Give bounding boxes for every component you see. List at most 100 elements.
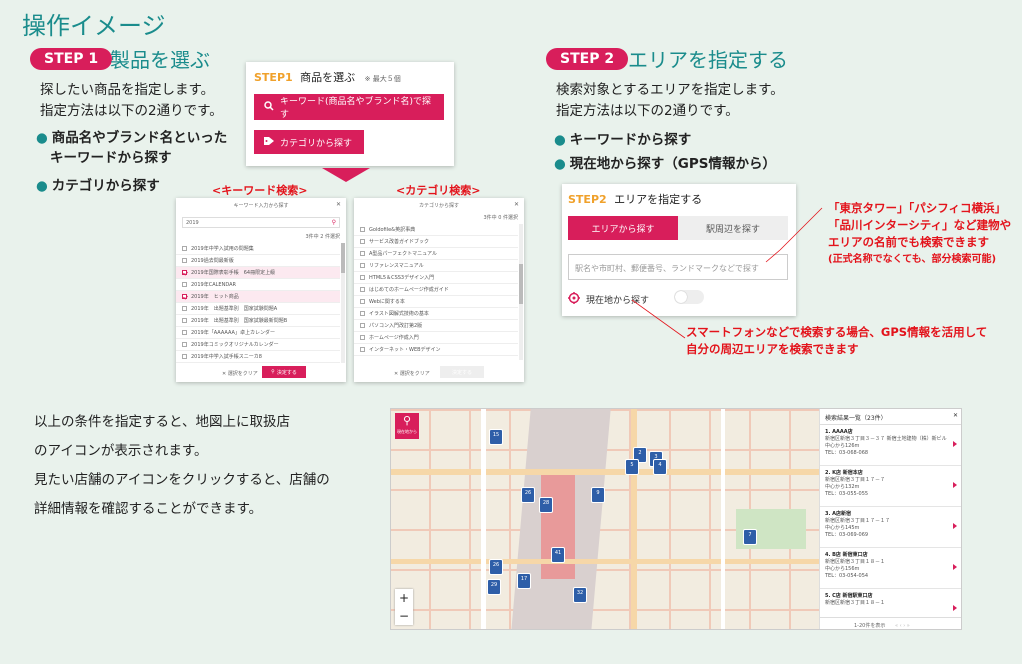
- checkbox[interactable]: [182, 270, 187, 275]
- map-view[interactable]: 15 2 3 4 5 26 9 28 41 17 26 32 29 7 ⚲ 現在地から + − 検索結果一…: [390, 408, 962, 630]
- checkbox[interactable]: [360, 335, 365, 340]
- list-item[interactable]: 2019年コミックオリジナルカレンダー: [176, 339, 340, 351]
- checkbox[interactable]: [182, 342, 187, 347]
- store-pin-icon[interactable]: 5: [625, 459, 639, 475]
- list-item[interactable]: HTML5＆CSS3デザイン入門: [354, 272, 518, 284]
- step1-desc-line1: 探したい商品を指定します。: [40, 82, 215, 98]
- checkbox[interactable]: [182, 354, 187, 359]
- list-item-label: 2019年 出題基準別 国家試験問題A: [191, 306, 278, 312]
- checkbox[interactable]: [182, 246, 187, 251]
- close-icon[interactable]: ✕: [514, 201, 519, 208]
- result-name: 5. C店 新宿駅東口店: [825, 593, 873, 599]
- scrollbar[interactable]: [519, 224, 523, 360]
- checkbox[interactable]: [360, 311, 365, 316]
- scrollbar[interactable]: [341, 243, 345, 363]
- list-item[interactable]: イラスト図解式技術の基本: [354, 308, 518, 320]
- list-item[interactable]: 2019年中学入試手帳スニーカ8: [176, 351, 340, 363]
- result-item[interactable]: 1. AAAA店 新宿区新宿３丁目３－３７ 新宿土地建物（株）新ビル 中心から126…: [820, 425, 961, 466]
- chevron-right-icon[interactable]: [953, 523, 957, 529]
- decide-button[interactable]: ⚲ 決定する: [262, 366, 306, 378]
- bullet-text: キーワードから探す: [569, 132, 692, 148]
- list-item[interactable]: A型品パーフェクトマニュアル: [354, 248, 518, 260]
- store-pin-icon[interactable]: 29: [487, 579, 501, 595]
- store-pin-icon[interactable]: 41: [551, 547, 565, 563]
- result-name: 1. AAAA店: [825, 429, 853, 435]
- checkbox[interactable]: [360, 275, 365, 280]
- store-pin-icon[interactable]: 28: [539, 497, 553, 513]
- store-pin-icon[interactable]: 32: [573, 587, 587, 603]
- page-title: 操作イメージ: [22, 12, 166, 40]
- decide-button-disabled[interactable]: 決定する: [440, 366, 484, 378]
- store-pin-icon[interactable]: 26: [521, 487, 535, 503]
- store-pin-icon[interactable]: 7: [743, 529, 757, 545]
- checkbox[interactable]: [360, 263, 365, 268]
- list-item[interactable]: ホームページ作成入門: [354, 332, 518, 344]
- checkbox[interactable]: [360, 251, 365, 256]
- category-search-button[interactable]: カテゴリから探す: [254, 130, 364, 154]
- list-item[interactable]: インターネット・WEBデザイン: [354, 344, 518, 356]
- keyword-search-button[interactable]: キーワード(商品名やブランド名)で探す: [254, 94, 444, 120]
- step1-card-label: STEP1: [254, 71, 293, 84]
- result-item[interactable]: 4. B店 新宿東口店 新宿区新宿３丁目１８－１ 中心から156m TEL：03-05…: [820, 548, 961, 589]
- list-item[interactable]: 2019年国際表彰手帳 64冊限定上級: [176, 267, 340, 279]
- checkbox[interactable]: [360, 239, 365, 244]
- list-item-label: 2019年「AAAAAA」卓上カレンダー: [191, 330, 275, 336]
- store-pin-icon[interactable]: 4: [653, 459, 667, 475]
- zoom-control: + −: [395, 589, 413, 625]
- chevron-right-icon[interactable]: [953, 605, 957, 611]
- list-item[interactable]: 2019年中学入試用の問題集: [176, 243, 340, 255]
- checkbox[interactable]: [360, 323, 365, 328]
- list-item[interactable]: 2019過去問最新版: [176, 255, 340, 267]
- list-item[interactable]: 2019年「AAAAAA」卓上カレンダー: [176, 327, 340, 339]
- category-caption: <カテゴリ検索>: [396, 184, 481, 197]
- result-item[interactable]: 3. A店新宿 新宿区新宿３丁目１７－１７ 中心から145m TEL：03-069-0…: [820, 507, 961, 548]
- list-item-label: 2019年CALENDAR: [191, 282, 236, 288]
- list-item[interactable]: 2019年CALENDAR: [176, 279, 340, 291]
- chevron-right-icon[interactable]: [953, 441, 957, 447]
- checkbox[interactable]: [182, 306, 187, 311]
- step1-bullet-category: ● カテゴリから探す: [36, 176, 160, 196]
- checkbox[interactable]: [182, 294, 187, 299]
- keyword-search-input[interactable]: 2019 ⚲: [182, 217, 340, 228]
- list-item[interactable]: Webに関する本: [354, 296, 518, 308]
- pagination[interactable]: 1-20件を表示 « ‹ › »: [820, 617, 961, 629]
- list-item[interactable]: 2019年 ヒット商品: [176, 291, 340, 303]
- search-icon[interactable]: ⚲: [332, 219, 336, 226]
- chevron-right-icon[interactable]: [953, 482, 957, 488]
- checkbox[interactable]: [182, 282, 187, 287]
- store-pin-icon[interactable]: 26: [489, 559, 503, 575]
- store-pin-icon[interactable]: 15: [489, 429, 503, 445]
- road: [631, 409, 637, 629]
- checkbox[interactable]: [360, 347, 365, 352]
- list-item[interactable]: 2019年 出題基準別 国家試験問題A: [176, 303, 340, 315]
- checkbox[interactable]: [360, 287, 365, 292]
- category-modal: カテゴリから探す ✕ 3件中 0 件選択 Goldofile&英訳事典 サービス改…: [354, 198, 524, 382]
- road: [481, 409, 486, 629]
- close-icon[interactable]: ✕: [336, 201, 341, 208]
- search-icon: [264, 100, 274, 114]
- zoom-in-button[interactable]: +: [395, 589, 413, 607]
- step2-badge: STEP 2: [546, 48, 629, 70]
- clear-selection-button[interactable]: ✕ 選択をクリア: [222, 370, 258, 377]
- chevron-right-icon[interactable]: [953, 564, 957, 570]
- pagination-arrows-icon[interactable]: « ‹ › »: [895, 623, 910, 629]
- checkbox[interactable]: [182, 318, 187, 323]
- checkbox[interactable]: [360, 299, 365, 304]
- bullet-icon: ●: [36, 178, 48, 194]
- map-search-button[interactable]: ⚲ 現在地から: [395, 413, 419, 439]
- checkbox[interactable]: [182, 330, 187, 335]
- list-item[interactable]: 2019年 出題基準別 国家試験最新問題B: [176, 315, 340, 327]
- list-item[interactable]: パソコン入門改訂第2版: [354, 320, 518, 332]
- zoom-out-button[interactable]: −: [395, 607, 413, 625]
- checkbox[interactable]: [360, 227, 365, 232]
- result-item[interactable]: 2. K店 新宿本店 新宿区新宿３丁目１７－７ 中心から132m TEL：03-055…: [820, 466, 961, 507]
- list-item[interactable]: Goldofile&英訳事典: [354, 224, 518, 236]
- list-item[interactable]: はじめてのホームページ作成ガイド: [354, 284, 518, 296]
- close-icon[interactable]: ✕: [953, 412, 958, 419]
- store-pin-icon[interactable]: 9: [591, 487, 605, 503]
- list-item[interactable]: サービス改善ガイドブック: [354, 236, 518, 248]
- list-item[interactable]: リファレンスマニュアル: [354, 260, 518, 272]
- clear-selection-button[interactable]: ✕ 選択をクリア: [394, 370, 430, 377]
- checkbox[interactable]: [182, 258, 187, 263]
- store-pin-icon[interactable]: 17: [517, 573, 531, 589]
